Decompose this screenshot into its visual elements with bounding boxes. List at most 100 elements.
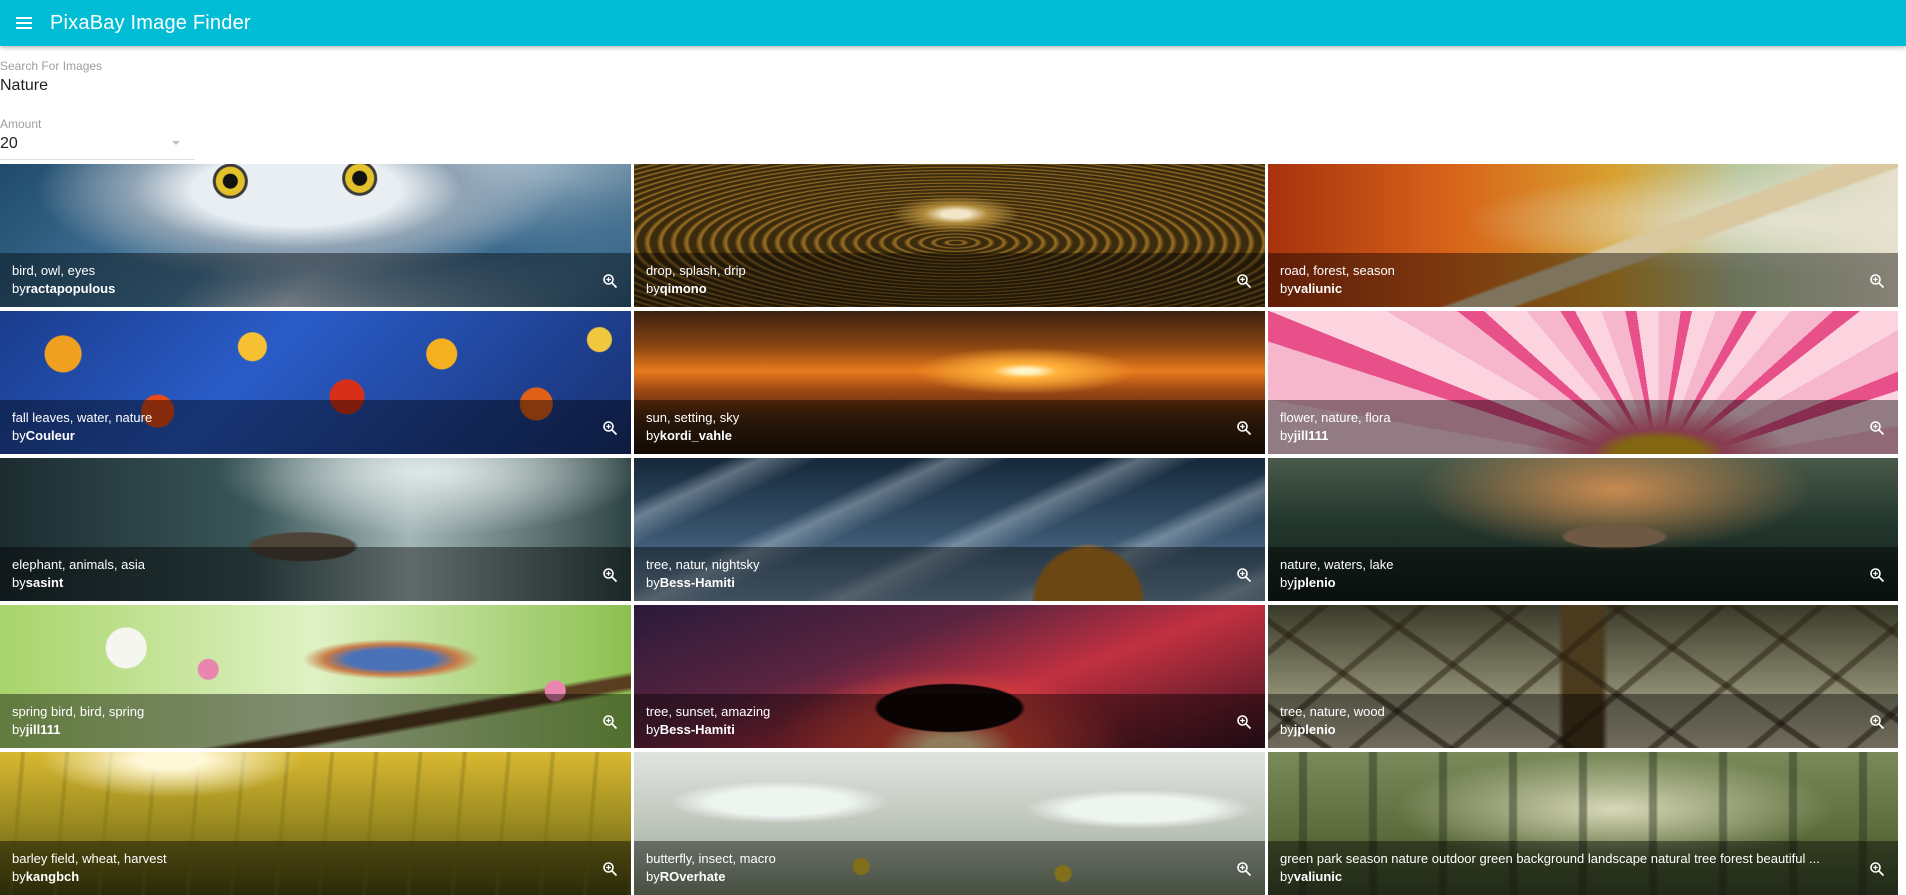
image-author: sasint xyxy=(25,575,64,590)
image-credit: byBess-Hamiti xyxy=(646,575,735,591)
credit-prefix: by xyxy=(646,428,660,443)
app-bar: PixaBay Image Finder xyxy=(0,0,1906,46)
image-tags: nature, waters, lake xyxy=(1280,557,1394,572)
zoom-in-icon[interactable] xyxy=(1233,858,1255,880)
image-tile[interactable]: road, forest, season byvaliunic xyxy=(1268,164,1898,307)
amount-select[interactable]: 20 xyxy=(0,134,195,160)
zoom-in-icon[interactable] xyxy=(1233,270,1255,292)
image-tags: bird, owl, eyes xyxy=(12,263,96,278)
image-tags: road, forest, season xyxy=(1280,263,1395,278)
tile-caption-bar: butterfly, insect, macro byROverhate xyxy=(634,841,1265,895)
credit-prefix: by xyxy=(1280,428,1294,443)
image-author: jplenio xyxy=(1293,575,1336,590)
image-credit: byvaliunic xyxy=(1280,869,1342,885)
image-tile[interactable]: bird, owl, eyes byractapopulous xyxy=(0,164,631,307)
zoom-in-icon[interactable] xyxy=(1866,564,1888,586)
caret-down-icon xyxy=(172,141,180,145)
image-tile[interactable]: elephant, animals, asia bysasint xyxy=(0,458,631,601)
image-tile[interactable]: green park season nature outdoor green b… xyxy=(1268,752,1898,895)
credit-prefix: by xyxy=(12,575,26,590)
hamburger-menu-icon[interactable] xyxy=(0,0,48,46)
credit-prefix: by xyxy=(1280,722,1294,737)
image-credit: bykangbch xyxy=(12,869,79,885)
zoom-in-icon[interactable] xyxy=(1233,417,1255,439)
image-tile[interactable]: nature, waters, lake byjplenio xyxy=(1268,458,1898,601)
image-tags: tree, nature, wood xyxy=(1280,704,1385,719)
image-credit: byjill111 xyxy=(1280,428,1328,444)
zoom-in-icon[interactable] xyxy=(1866,711,1888,733)
image-tile[interactable]: drop, splash, drip byqimono xyxy=(634,164,1265,307)
image-author: Couleur xyxy=(25,428,75,443)
image-credit: byjplenio xyxy=(1280,575,1336,591)
search-field: Search For Images xyxy=(0,59,700,96)
image-tags: tree, natur, nightsky xyxy=(646,557,760,572)
image-author: Bess-Hamiti xyxy=(659,575,735,590)
image-tags: spring bird, bird, spring xyxy=(12,704,145,719)
tile-caption-bar: nature, waters, lake byjplenio xyxy=(1268,547,1898,601)
image-credit: byROverhate xyxy=(646,869,725,885)
image-tags: barley field, wheat, harvest xyxy=(12,851,167,866)
image-tags: green park season nature outdoor green b… xyxy=(1280,851,1820,866)
tile-caption-bar: tree, nature, wood byjplenio xyxy=(1268,694,1898,748)
tile-caption-bar: flower, nature, flora byjill111 xyxy=(1268,400,1898,454)
zoom-in-icon[interactable] xyxy=(1866,417,1888,439)
zoom-in-icon[interactable] xyxy=(599,417,621,439)
image-author: jill111 xyxy=(1293,428,1329,443)
image-tile[interactable]: tree, natur, nightsky byBess-Hamiti xyxy=(634,458,1265,601)
image-author: jplenio xyxy=(1293,722,1336,737)
image-tags: flower, nature, flora xyxy=(1280,410,1391,425)
credit-prefix: by xyxy=(646,575,660,590)
search-input[interactable] xyxy=(0,76,600,96)
image-tile[interactable]: tree, sunset, amazing byBess-Hamiti xyxy=(634,605,1265,748)
image-credit: bysasint xyxy=(12,575,63,591)
zoom-in-icon[interactable] xyxy=(599,564,621,586)
amount-value: 20 xyxy=(0,135,18,152)
zoom-in-icon[interactable] xyxy=(599,711,621,733)
image-tile[interactable]: sun, setting, sky bykordi_vahle xyxy=(634,311,1265,454)
image-author: jill111 xyxy=(25,722,61,737)
tile-caption-bar: sun, setting, sky bykordi_vahle xyxy=(634,400,1265,454)
image-tile[interactable]: butterfly, insect, macro byROverhate xyxy=(634,752,1265,895)
tile-caption-bar: drop, splash, drip byqimono xyxy=(634,253,1265,307)
image-tile[interactable]: spring bird, bird, spring byjill111 xyxy=(0,605,631,748)
image-tile[interactable]: tree, nature, wood byjplenio xyxy=(1268,605,1898,748)
tile-caption-bar: road, forest, season byvaliunic xyxy=(1268,253,1898,307)
image-author: qimono xyxy=(659,281,707,296)
credit-prefix: by xyxy=(12,869,26,884)
image-author: kangbch xyxy=(25,869,80,884)
zoom-in-icon[interactable] xyxy=(1233,564,1255,586)
image-tags: butterfly, insect, macro xyxy=(646,851,776,866)
tile-caption-bar: tree, sunset, amazing byBess-Hamiti xyxy=(634,694,1265,748)
image-tile[interactable]: fall leaves, water, nature byCouleur xyxy=(0,311,631,454)
credit-prefix: by xyxy=(646,722,660,737)
amount-field: Amount 20 xyxy=(0,117,195,160)
credit-prefix: by xyxy=(12,722,26,737)
tile-caption-bar: barley field, wheat, harvest bykangbch xyxy=(0,841,631,895)
image-author: ROverhate xyxy=(659,869,726,884)
image-tags: drop, splash, drip xyxy=(646,263,746,278)
image-author: Bess-Hamiti xyxy=(659,722,735,737)
image-tags: sun, setting, sky xyxy=(646,410,740,425)
tile-caption-bar: bird, owl, eyes byractapopulous xyxy=(0,253,631,307)
image-credit: byCouleur xyxy=(12,428,75,444)
image-tags: fall leaves, water, nature xyxy=(12,410,153,425)
app-title: PixaBay Image Finder xyxy=(50,11,251,34)
search-label: Search For Images xyxy=(0,59,103,73)
image-credit: byvaliunic xyxy=(1280,281,1342,297)
zoom-in-icon[interactable] xyxy=(599,858,621,880)
image-author: ractapopulous xyxy=(25,281,116,296)
image-credit: byractapopulous xyxy=(12,281,115,297)
image-credit: byBess-Hamiti xyxy=(646,722,735,738)
image-tags: tree, sunset, amazing xyxy=(646,704,771,719)
image-tile[interactable]: barley field, wheat, harvest bykangbch xyxy=(0,752,631,895)
tile-caption-bar: spring bird, bird, spring byjill111 xyxy=(0,694,631,748)
image-tile[interactable]: flower, nature, flora byjill111 xyxy=(1268,311,1898,454)
tile-caption-bar: fall leaves, water, nature byCouleur xyxy=(0,400,631,454)
credit-prefix: by xyxy=(12,428,26,443)
credit-prefix: by xyxy=(12,281,26,296)
zoom-in-icon[interactable] xyxy=(1233,711,1255,733)
zoom-in-icon[interactable] xyxy=(1866,270,1888,292)
zoom-in-icon[interactable] xyxy=(599,270,621,292)
zoom-in-icon[interactable] xyxy=(1866,858,1888,880)
image-author: valiunic xyxy=(1293,281,1343,296)
